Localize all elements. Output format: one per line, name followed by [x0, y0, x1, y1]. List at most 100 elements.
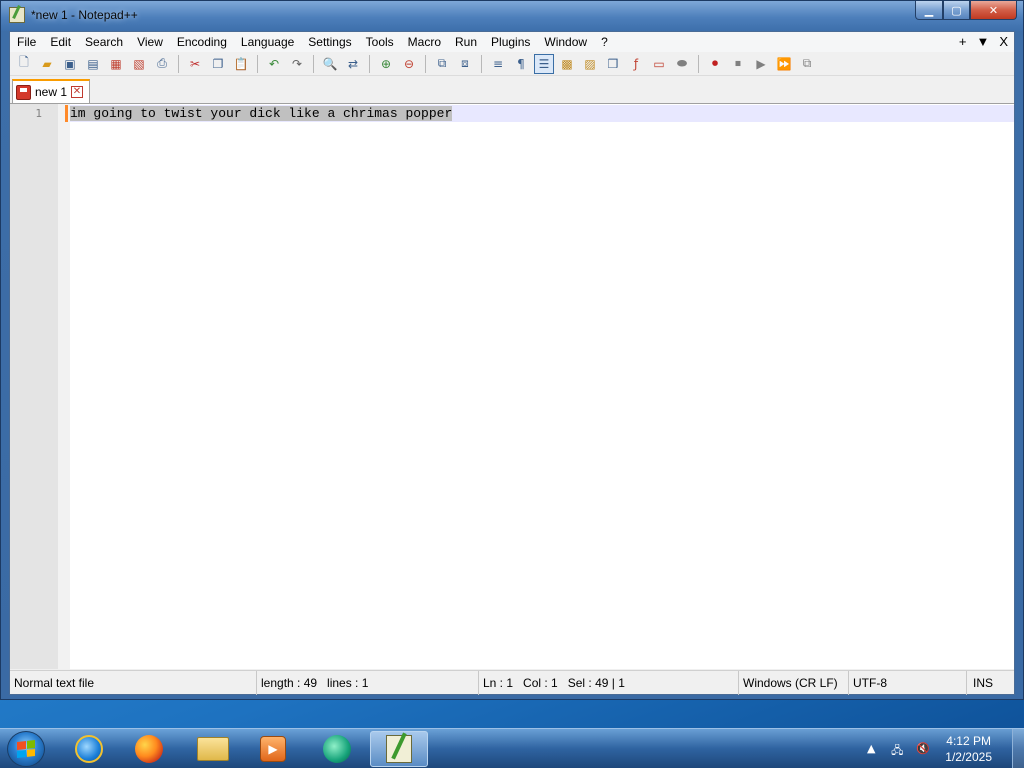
- tab-bar: new 1 ✕: [10, 77, 1014, 103]
- taskbar-file-explorer[interactable]: [186, 731, 240, 767]
- paste-icon[interactable]: 📋: [231, 54, 251, 74]
- clock-time: 4:12 PM: [946, 734, 991, 748]
- menu-run[interactable]: Run: [448, 32, 484, 52]
- code-line[interactable]: im going to twist your dick like a chrim…: [70, 105, 453, 122]
- menu-view[interactable]: View: [130, 32, 170, 52]
- status-lines: lines : 1: [327, 676, 369, 690]
- show-hidden-icons-icon[interactable]: ▲: [863, 742, 879, 756]
- stop-record-icon[interactable]: ⏹: [728, 54, 748, 74]
- menu-plugins[interactable]: Plugins: [484, 32, 537, 52]
- editor-area[interactable]: 1 im going to twist your dick like a chr…: [10, 103, 1014, 669]
- show-desktop-button[interactable]: [1012, 729, 1024, 768]
- unsaved-file-icon: [16, 84, 31, 100]
- find-icon[interactable]: 🔍: [320, 54, 340, 74]
- play-macro-icon[interactable]: ▶: [751, 54, 771, 74]
- user-lang-icon[interactable]: ▩: [557, 54, 577, 74]
- open-file-icon[interactable]: ▰: [37, 54, 57, 74]
- toolbar-separator: [369, 54, 370, 73]
- status-encoding[interactable]: UTF-8: [848, 671, 966, 695]
- status-sel: Sel : 49 | 1: [567, 676, 625, 690]
- folder-icon: [197, 737, 229, 761]
- status-col: Col : 1: [523, 676, 558, 690]
- menu-bar: File Edit Search View Encoding Language …: [10, 32, 1014, 52]
- doc-map-icon[interactable]: ▨: [580, 54, 600, 74]
- toolbar-separator: [257, 54, 258, 73]
- minimize-button[interactable]: ▁: [915, 1, 943, 20]
- toolbar: 🗋 ▰ ▣ ▤ ▦ ▧ ⎙ ✂ ❐ 📋 ↶ ↷ 🔍 ⇄ ⊕ ⊖ ⧉ ⧈ ≡ ¶: [10, 52, 1014, 76]
- taskbar-media-player[interactable]: ▶: [246, 731, 300, 767]
- record-macro-icon[interactable]: ⏺: [705, 54, 725, 74]
- run-macro-multiple-icon[interactable]: ⏩: [774, 54, 794, 74]
- tab-new-1[interactable]: new 1 ✕: [12, 79, 90, 103]
- menu-window[interactable]: Window: [537, 32, 594, 52]
- taskbar-green-app[interactable]: [310, 731, 364, 767]
- monitoring-icon[interactable]: ▭: [649, 54, 669, 74]
- tab-close-icon[interactable]: ✕: [71, 86, 83, 98]
- status-position: Ln : 1 Col : 1 Sel : 49 | 1: [478, 671, 738, 695]
- status-insert-mode[interactable]: INS: [966, 671, 1014, 695]
- fold-margin[interactable]: [58, 104, 70, 669]
- zoom-out-icon[interactable]: ⊖: [399, 54, 419, 74]
- volume-muted-icon[interactable]: 🔇: [915, 742, 931, 756]
- network-icon[interactable]: 🖧: [889, 742, 905, 757]
- menu-settings[interactable]: Settings: [301, 32, 358, 52]
- cut-icon[interactable]: ✂: [185, 54, 205, 74]
- tab-list-down-icon[interactable]: ▼: [976, 32, 989, 52]
- save-all-icon[interactable]: ▤: [83, 54, 103, 74]
- word-wrap-icon[interactable]: ≡: [488, 54, 508, 74]
- toolbar-separator: [313, 54, 314, 73]
- toolbar-separator: [481, 54, 482, 73]
- taskbar-firefox[interactable]: [122, 731, 176, 767]
- menu-macro[interactable]: Macro: [401, 32, 448, 52]
- undo-icon[interactable]: ↶: [264, 54, 284, 74]
- toolbar-separator: [698, 54, 699, 73]
- media-player-icon: ▶: [260, 736, 286, 762]
- menu-encoding[interactable]: Encoding: [170, 32, 234, 52]
- title-bar[interactable]: *new 1 - Notepad++ ▁ ▢ ✕: [1, 1, 1023, 31]
- menu-right-controls: + ▼ X: [959, 32, 1008, 52]
- status-length-lines: length : 49 lines : 1: [256, 671, 478, 695]
- menu-file[interactable]: File: [10, 32, 43, 52]
- speech-icon[interactable]: ⬬: [672, 54, 692, 74]
- menu-help[interactable]: ?: [594, 32, 615, 52]
- menu-edit[interactable]: Edit: [43, 32, 78, 52]
- caption-buttons: ▁ ▢ ✕: [915, 1, 1017, 20]
- system-tray: ▲ 🖧 🔇 4:12 PM 1/2/2025: [863, 729, 1024, 768]
- close-all-icon[interactable]: ▧: [129, 54, 149, 74]
- close-doc-x-icon[interactable]: X: [999, 32, 1008, 52]
- windows-logo-icon: [17, 740, 35, 758]
- function-list-icon[interactable]: ❒: [603, 54, 623, 74]
- show-all-chars-icon[interactable]: ¶: [511, 54, 531, 74]
- close-icon[interactable]: ▦: [106, 54, 126, 74]
- taskbar-internet-explorer[interactable]: [62, 731, 116, 767]
- maximize-button[interactable]: ▢: [943, 1, 970, 20]
- copy-icon[interactable]: ❐: [208, 54, 228, 74]
- status-eol[interactable]: Windows (CR LF): [738, 671, 848, 695]
- status-length: length : 49: [261, 676, 318, 690]
- save-macro-icon[interactable]: ⧉: [797, 54, 817, 74]
- indent-guide-icon[interactable]: ☰: [534, 53, 554, 74]
- zoom-in-icon[interactable]: ⊕: [376, 54, 396, 74]
- replace-icon[interactable]: ⇄: [343, 54, 363, 74]
- redo-icon[interactable]: ↷: [287, 54, 307, 74]
- menu-language[interactable]: Language: [234, 32, 301, 52]
- print-icon[interactable]: ⎙: [152, 54, 172, 74]
- new-tab-plus-icon[interactable]: +: [959, 32, 967, 52]
- menu-search[interactable]: Search: [78, 32, 130, 52]
- client-area: File Edit Search View Encoding Language …: [9, 31, 1015, 695]
- clock[interactable]: 4:12 PM 1/2/2025: [945, 733, 992, 765]
- menu-tools[interactable]: Tools: [359, 32, 401, 52]
- taskbar-notepad-plus-plus[interactable]: [370, 731, 428, 767]
- new-file-icon[interactable]: 🗋: [14, 54, 34, 74]
- status-ln: Ln : 1: [483, 676, 514, 690]
- start-button[interactable]: [7, 731, 45, 767]
- save-icon[interactable]: ▣: [60, 54, 80, 74]
- notepadpp-icon: [386, 732, 412, 763]
- folder-workspace-icon[interactable]: ƒ: [626, 54, 646, 74]
- sync-horizontal-icon[interactable]: ⧈: [455, 54, 475, 74]
- line-number: 1: [35, 107, 42, 120]
- notepadpp-app-icon[interactable]: [9, 7, 25, 23]
- tab-label: new 1: [35, 85, 68, 99]
- sync-vertical-icon[interactable]: ⧉: [432, 54, 452, 74]
- close-window-button[interactable]: ✕: [970, 1, 1017, 20]
